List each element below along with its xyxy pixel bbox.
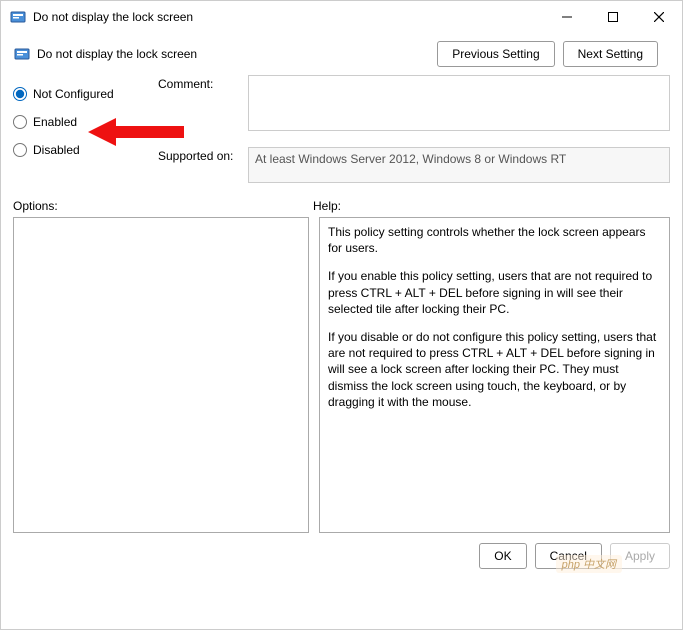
ok-button[interactable]: OK (479, 543, 526, 569)
comment-label: Comment: (158, 75, 248, 91)
policy-title: Do not display the lock screen (37, 47, 437, 61)
window-title: Do not display the lock screen (33, 10, 544, 24)
state-radio-group: Not Configured Enabled Disabled (13, 87, 158, 157)
app-icon (9, 8, 27, 26)
next-setting-button[interactable]: Next Setting (563, 41, 658, 67)
options-pane (13, 217, 309, 533)
help-text-p2: If you enable this policy setting, users… (328, 268, 661, 317)
supported-on-text: At least Windows Server 2012, Windows 8 … (248, 147, 670, 183)
help-text-p3: If you disable or do not configure this … (328, 329, 661, 410)
close-button[interactable] (636, 1, 682, 33)
help-text-p1: This policy setting controls whether the… (328, 224, 661, 256)
cancel-button[interactable]: Cancel (535, 543, 602, 569)
maximize-button[interactable] (590, 1, 636, 33)
dialog-buttons: OK Cancel Apply php 中文网 (1, 533, 682, 579)
supported-label: Supported on: (158, 147, 248, 163)
policy-icon (13, 45, 31, 63)
options-label: Options: (13, 199, 313, 213)
minimize-button[interactable] (544, 1, 590, 33)
radio-not-configured[interactable]: Not Configured (13, 87, 158, 101)
radio-disabled-input[interactable] (13, 143, 27, 157)
previous-setting-button[interactable]: Previous Setting (437, 41, 554, 67)
apply-button[interactable]: Apply (610, 543, 670, 569)
comment-input[interactable] (248, 75, 670, 131)
policy-header: Do not display the lock screen Previous … (1, 33, 682, 71)
radio-enabled-label: Enabled (33, 115, 77, 129)
radio-disabled-label: Disabled (33, 143, 80, 157)
radio-not-configured-input[interactable] (13, 87, 27, 101)
titlebar: Do not display the lock screen (1, 1, 682, 33)
radio-enabled[interactable]: Enabled (13, 115, 158, 129)
radio-enabled-input[interactable] (13, 115, 27, 129)
help-pane: This policy setting controls whether the… (319, 217, 670, 533)
help-label: Help: (313, 199, 670, 213)
window-controls (544, 1, 682, 33)
radio-disabled[interactable]: Disabled (13, 143, 158, 157)
radio-not-configured-label: Not Configured (33, 87, 114, 101)
